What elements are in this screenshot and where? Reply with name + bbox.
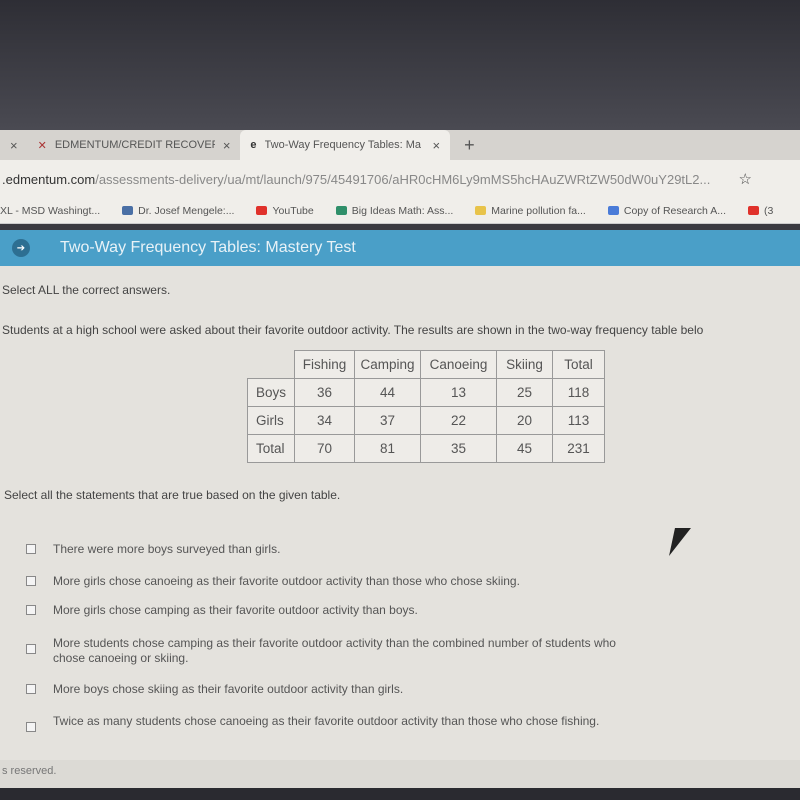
checkbox[interactable] bbox=[26, 605, 36, 615]
table-header-row: Fishing Camping Canoeing Skiing Total bbox=[248, 350, 606, 379]
bookmark-item[interactable]: XL - MSD Washingt... bbox=[0, 205, 100, 217]
option-3[interactable]: More girls chose camping as their favori… bbox=[26, 603, 418, 617]
col-header: Skiing bbox=[496, 350, 554, 379]
bookmark-item[interactable]: YouTube bbox=[256, 204, 314, 217]
question-area: Select ALL the correct answers. Students… bbox=[0, 266, 800, 760]
option-label: More boys chose skiing as their favorite… bbox=[53, 682, 404, 696]
empty-cell bbox=[248, 351, 295, 379]
bookmark-icon bbox=[122, 206, 134, 216]
close-tab-icon[interactable]: × bbox=[10, 138, 18, 153]
cell: 20 bbox=[496, 406, 554, 435]
option-1[interactable]: There were more boys surveyed than girls… bbox=[26, 542, 280, 556]
bookmark-label: Copy of Research A... bbox=[623, 204, 726, 217]
bookmark-item[interactable]: Copy of Research A... bbox=[607, 204, 726, 217]
bookmarks-bar: XL - MSD Washingt... Dr. Josef Mengele:..… bbox=[0, 198, 800, 224]
bookmark-icon bbox=[475, 206, 487, 216]
option-5[interactable]: More boys chose skiing as their favorite… bbox=[26, 682, 403, 696]
bookmark-label: Marine pollution fa... bbox=[491, 204, 586, 217]
nav-arrow-icon[interactable]: ➔ bbox=[12, 239, 30, 257]
table-row: Boys 36 44 13 25 118 bbox=[246, 378, 606, 407]
close-tab-icon[interactable]: × bbox=[223, 138, 231, 153]
bookmark-item[interactable]: Marine pollution fa... bbox=[475, 205, 586, 217]
cell: 37 bbox=[354, 406, 422, 435]
bookmark-icon bbox=[256, 206, 268, 216]
row-header: Total bbox=[246, 434, 296, 463]
cell: 22 bbox=[420, 406, 498, 435]
bookmark-label: (3 bbox=[764, 204, 774, 217]
bookmark-item[interactable]: (3 bbox=[748, 205, 773, 217]
checkbox[interactable] bbox=[26, 576, 36, 586]
option-label: Twice as many students chose canoeing as… bbox=[53, 714, 600, 728]
cell: 36 bbox=[294, 378, 356, 407]
bookmark-label: Dr. Josef Mengele:... bbox=[138, 204, 235, 217]
checkbox[interactable] bbox=[26, 684, 36, 694]
test-header: ➔ Two-Way Frequency Tables: Mastery Test bbox=[0, 230, 800, 266]
bookmark-star-icon[interactable]: ☆ bbox=[739, 170, 752, 188]
option-2[interactable]: More girls chose canoeing as their favor… bbox=[26, 574, 520, 588]
bookmark-item[interactable]: Dr. Josef Mengele:... bbox=[122, 205, 234, 217]
option-label: More students chose camping as their fav… bbox=[53, 636, 616, 665]
edmentum-favicon-icon: ✕ bbox=[37, 139, 47, 152]
col-header: Total bbox=[552, 350, 606, 379]
copyright-text: s reserved. bbox=[2, 765, 57, 777]
url-host: .edmentum.com bbox=[2, 171, 96, 187]
bookmark-icon bbox=[748, 206, 759, 216]
screen-bezel bbox=[0, 0, 800, 130]
question-prompt: Students at a high school were asked abo… bbox=[2, 323, 704, 337]
col-header: Canoeing bbox=[420, 350, 498, 379]
subprompt: Select all the statements that are true … bbox=[4, 488, 341, 502]
option-4[interactable]: More students chose camping as their fav… bbox=[26, 636, 626, 666]
page-title: Two-Way Frequency Tables: Mastery Test bbox=[60, 239, 356, 256]
screen-bottom-bezel bbox=[0, 788, 800, 800]
cell: 113 bbox=[552, 406, 606, 435]
address-bar[interactable]: .edmentum.com/assessments-delivery/ua/mt… bbox=[0, 160, 800, 198]
instruction: Select ALL the correct answers. bbox=[2, 283, 171, 297]
cell: 34 bbox=[294, 406, 356, 435]
bookmark-icon bbox=[335, 206, 347, 216]
option-label: There were more boys surveyed than girls… bbox=[53, 542, 281, 556]
cell: 45 bbox=[496, 434, 554, 463]
cell: 231 bbox=[552, 434, 606, 463]
option-label: More girls chose canoeing as their favor… bbox=[53, 574, 520, 588]
tab-two-way[interactable]: e Two-Way Frequency Tables: Ma × bbox=[240, 130, 451, 160]
table-row: Girls 34 37 22 20 113 bbox=[246, 406, 606, 435]
cell: 13 bbox=[420, 378, 498, 407]
tab-label: EDMENTUM/CREDIT RECOVERY bbox=[54, 139, 215, 151]
cell: 35 bbox=[420, 434, 498, 463]
table-row: Total 70 81 35 45 231 bbox=[246, 434, 606, 463]
cell: 44 bbox=[354, 378, 422, 407]
bookmark-label: YouTube bbox=[272, 204, 314, 217]
tab-label: Two-Way Frequency Tables: Ma bbox=[264, 139, 422, 151]
cell: 81 bbox=[354, 434, 422, 463]
tab-previous[interactable]: × bbox=[0, 130, 28, 160]
col-header: Fishing bbox=[294, 350, 356, 379]
bookmark-icon bbox=[607, 206, 619, 216]
tab-edmentum[interactable]: ✕ EDMENTUM/CREDIT RECOVERY × bbox=[28, 130, 241, 160]
bookmark-label: Big Ideas Math: Ass... bbox=[351, 204, 454, 217]
checkbox[interactable] bbox=[26, 544, 36, 554]
bookmark-item[interactable]: Big Ideas Math: Ass... bbox=[335, 204, 454, 217]
tab-bar: × ✕ EDMENTUM/CREDIT RECOVERY × e Two-Way Fr… bbox=[0, 130, 800, 160]
row-header: Girls bbox=[246, 406, 296, 435]
option-6[interactable]: Twice as many students chose canoeing as… bbox=[26, 714, 646, 732]
url-path: /assessments-delivery/ua/mt/launch/975/4… bbox=[95, 171, 711, 187]
cell: 70 bbox=[294, 434, 356, 463]
option-label: More girls chose camping as their favori… bbox=[53, 603, 418, 617]
col-header: Camping bbox=[354, 350, 422, 379]
frequency-table: Fishing Camping Canoeing Skiing Total Bo… bbox=[246, 350, 606, 463]
checkbox[interactable] bbox=[26, 722, 36, 732]
row-header: Boys bbox=[246, 378, 296, 407]
new-tab-button[interactable]: + bbox=[464, 135, 475, 156]
bookmark-label: XL - MSD Washingt... bbox=[0, 204, 101, 217]
cell: 118 bbox=[552, 378, 606, 407]
footer: s reserved. bbox=[0, 760, 800, 788]
checkbox[interactable] bbox=[26, 644, 36, 654]
close-tab-icon[interactable]: × bbox=[433, 138, 441, 153]
cell: 25 bbox=[496, 378, 554, 407]
favicon-icon: e bbox=[250, 139, 257, 151]
